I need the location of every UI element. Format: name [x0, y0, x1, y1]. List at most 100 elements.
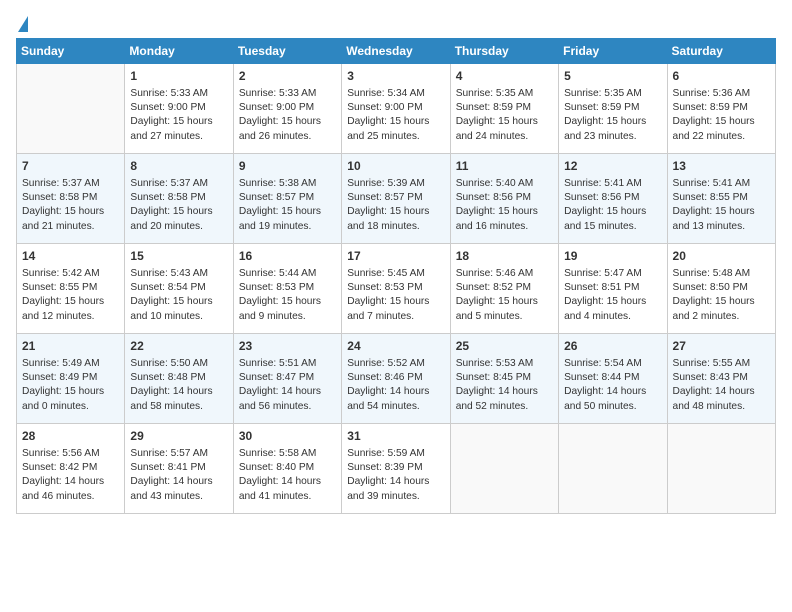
- day-info-line: Sunrise: 5:33 AM: [130, 87, 227, 101]
- day-of-week-header: Friday: [559, 39, 667, 64]
- day-info-line: Sunrise: 5:59 AM: [347, 447, 444, 461]
- day-info-line: and 52 minutes.: [456, 400, 553, 414]
- day-of-week-header: Tuesday: [233, 39, 341, 64]
- day-number: 4: [456, 68, 553, 85]
- day-number: 5: [564, 68, 661, 85]
- calendar-cell: 7Sunrise: 5:37 AMSunset: 8:58 PMDaylight…: [17, 154, 125, 244]
- day-number: 24: [347, 338, 444, 355]
- calendar-cell: 20Sunrise: 5:48 AMSunset: 8:50 PMDayligh…: [667, 244, 775, 334]
- calendar-cell: 29 Sunrise: 5:57 AMSunset: 8:41 PMDayligh…: [125, 424, 233, 514]
- calendar-cell: 19Sunrise: 5:47 AMSunset: 8:51 PMDayligh…: [559, 244, 667, 334]
- calendar-cell: 31Sunrise: 5:59 AMSunset: 8:39 PMDayligh…: [342, 424, 450, 514]
- day-info-line: Daylight: 14 hours: [456, 385, 553, 399]
- day-info-line: Sunrise: 5:51 AM: [239, 357, 336, 371]
- day-info-line: Daylight: 14 hours: [673, 385, 770, 399]
- calendar-cell: 4Sunrise: 5:35 AMSunset: 8:59 PMDaylight…: [450, 64, 558, 154]
- day-info-line: Sunset: 8:41 PM: [130, 461, 227, 475]
- day-info-line: Daylight: 15 hours: [673, 115, 770, 129]
- logo-triangle-icon: [18, 16, 28, 32]
- day-info-line: Sunrise: 5:57 AM: [130, 447, 227, 461]
- day-info-line: Daylight: 15 hours: [456, 295, 553, 309]
- day-info-line: Sunset: 8:39 PM: [347, 461, 444, 475]
- day-info-line: Daylight: 15 hours: [130, 205, 227, 219]
- day-info-line: Daylight: 15 hours: [22, 295, 119, 309]
- day-info-line: and 21 minutes.: [22, 220, 119, 234]
- day-info-line: and 13 minutes.: [673, 220, 770, 234]
- day-info-line: Daylight: 14 hours: [239, 385, 336, 399]
- day-info-line: Daylight: 14 hours: [130, 475, 227, 489]
- day-info-line: Daylight: 15 hours: [347, 295, 444, 309]
- day-info-line: Sunrise: 5:42 AM: [22, 267, 119, 281]
- day-info-line: and 23 minutes.: [564, 130, 661, 144]
- day-info-line: Sunrise: 5:37 AM: [130, 177, 227, 191]
- day-info-line: Sunrise: 5:52 AM: [347, 357, 444, 371]
- day-number: 17: [347, 248, 444, 265]
- day-info-line: Sunset: 9:00 PM: [130, 101, 227, 115]
- day-info-line: and 4 minutes.: [564, 310, 661, 324]
- day-number: 7: [22, 158, 119, 175]
- day-info-line: and 24 minutes.: [456, 130, 553, 144]
- calendar-cell: 18 Sunrise: 5:46 AMSunset: 8:52 PMDayligh…: [450, 244, 558, 334]
- day-info-line: and 5 minutes.: [456, 310, 553, 324]
- day-number: 14: [22, 248, 119, 265]
- day-number: 23: [239, 338, 336, 355]
- calendar-cell: 28Sunrise: 5:56 AMSunset: 8:42 PMDayligh…: [17, 424, 125, 514]
- day-info-line: Daylight: 15 hours: [239, 295, 336, 309]
- day-info-line: Sunset: 8:49 PM: [22, 371, 119, 385]
- day-info-line: Sunset: 8:47 PM: [239, 371, 336, 385]
- day-number: 29: [130, 428, 227, 445]
- day-info-line: Daylight: 15 hours: [239, 205, 336, 219]
- day-info-line: Sunrise: 5:35 AM: [456, 87, 553, 101]
- day-info-line: Daylight: 15 hours: [22, 385, 119, 399]
- day-number: 20: [673, 248, 770, 265]
- day-info-line: Sunrise: 5:49 AM: [22, 357, 119, 371]
- day-number: 9: [239, 158, 336, 175]
- day-info-line: Sunset: 8:40 PM: [239, 461, 336, 475]
- day-number: 2: [239, 68, 336, 85]
- day-info-line: Sunset: 8:45 PM: [456, 371, 553, 385]
- day-info-line: Sunrise: 5:46 AM: [456, 267, 553, 281]
- day-info-line: Daylight: 15 hours: [239, 115, 336, 129]
- logo: [16, 16, 28, 32]
- day-info-line: and 22 minutes.: [673, 130, 770, 144]
- day-info-line: Sunrise: 5:41 AM: [673, 177, 770, 191]
- day-info-line: Daylight: 15 hours: [673, 295, 770, 309]
- day-info-line: and 26 minutes.: [239, 130, 336, 144]
- day-info-line: Sunset: 8:56 PM: [456, 191, 553, 205]
- calendar-cell: [450, 424, 558, 514]
- logo-blue-text: [16, 16, 28, 32]
- day-number: 16: [239, 248, 336, 265]
- day-info-line: Sunset: 8:59 PM: [564, 101, 661, 115]
- day-info-line: Daylight: 14 hours: [130, 385, 227, 399]
- calendar-cell: 26Sunrise: 5:54 AMSunset: 8:44 PMDayligh…: [559, 334, 667, 424]
- calendar-header-row: SundayMondayTuesdayWednesdayThursdayFrid…: [17, 39, 776, 64]
- day-number: 22: [130, 338, 227, 355]
- calendar-cell: 1Sunrise: 5:33 AMSunset: 9:00 PMDaylight…: [125, 64, 233, 154]
- day-info-line: Sunset: 8:51 PM: [564, 281, 661, 295]
- day-info-line: Sunrise: 5:54 AM: [564, 357, 661, 371]
- calendar-cell: 25Sunrise: 5:53 AMSunset: 8:45 PMDayligh…: [450, 334, 558, 424]
- calendar-week-row: 21Sunrise: 5:49 AMSunset: 8:49 PMDayligh…: [17, 334, 776, 424]
- day-info-line: and 18 minutes.: [347, 220, 444, 234]
- day-info-line: Sunset: 8:52 PM: [456, 281, 553, 295]
- day-number: 27: [673, 338, 770, 355]
- day-info-line: Sunrise: 5:44 AM: [239, 267, 336, 281]
- day-info-line: Sunrise: 5:40 AM: [456, 177, 553, 191]
- day-info-line: Daylight: 15 hours: [456, 115, 553, 129]
- calendar-cell: [667, 424, 775, 514]
- day-info-line: and 43 minutes.: [130, 490, 227, 504]
- day-info-line: Sunrise: 5:39 AM: [347, 177, 444, 191]
- day-info-line: and 48 minutes.: [673, 400, 770, 414]
- day-number: 3: [347, 68, 444, 85]
- day-number: 10: [347, 158, 444, 175]
- day-info-line: Sunset: 8:58 PM: [22, 191, 119, 205]
- day-number: 25: [456, 338, 553, 355]
- day-info-line: Daylight: 15 hours: [564, 205, 661, 219]
- day-info-line: and 54 minutes.: [347, 400, 444, 414]
- day-of-week-header: Sunday: [17, 39, 125, 64]
- calendar-cell: 16Sunrise: 5:44 AMSunset: 8:53 PMDayligh…: [233, 244, 341, 334]
- day-number: 28: [22, 428, 119, 445]
- calendar-cell: 14Sunrise: 5:42 AMSunset: 8:55 PMDayligh…: [17, 244, 125, 334]
- day-number: 18: [456, 248, 553, 265]
- calendar-cell: 11Sunrise: 5:40 AMSunset: 8:56 PMDayligh…: [450, 154, 558, 244]
